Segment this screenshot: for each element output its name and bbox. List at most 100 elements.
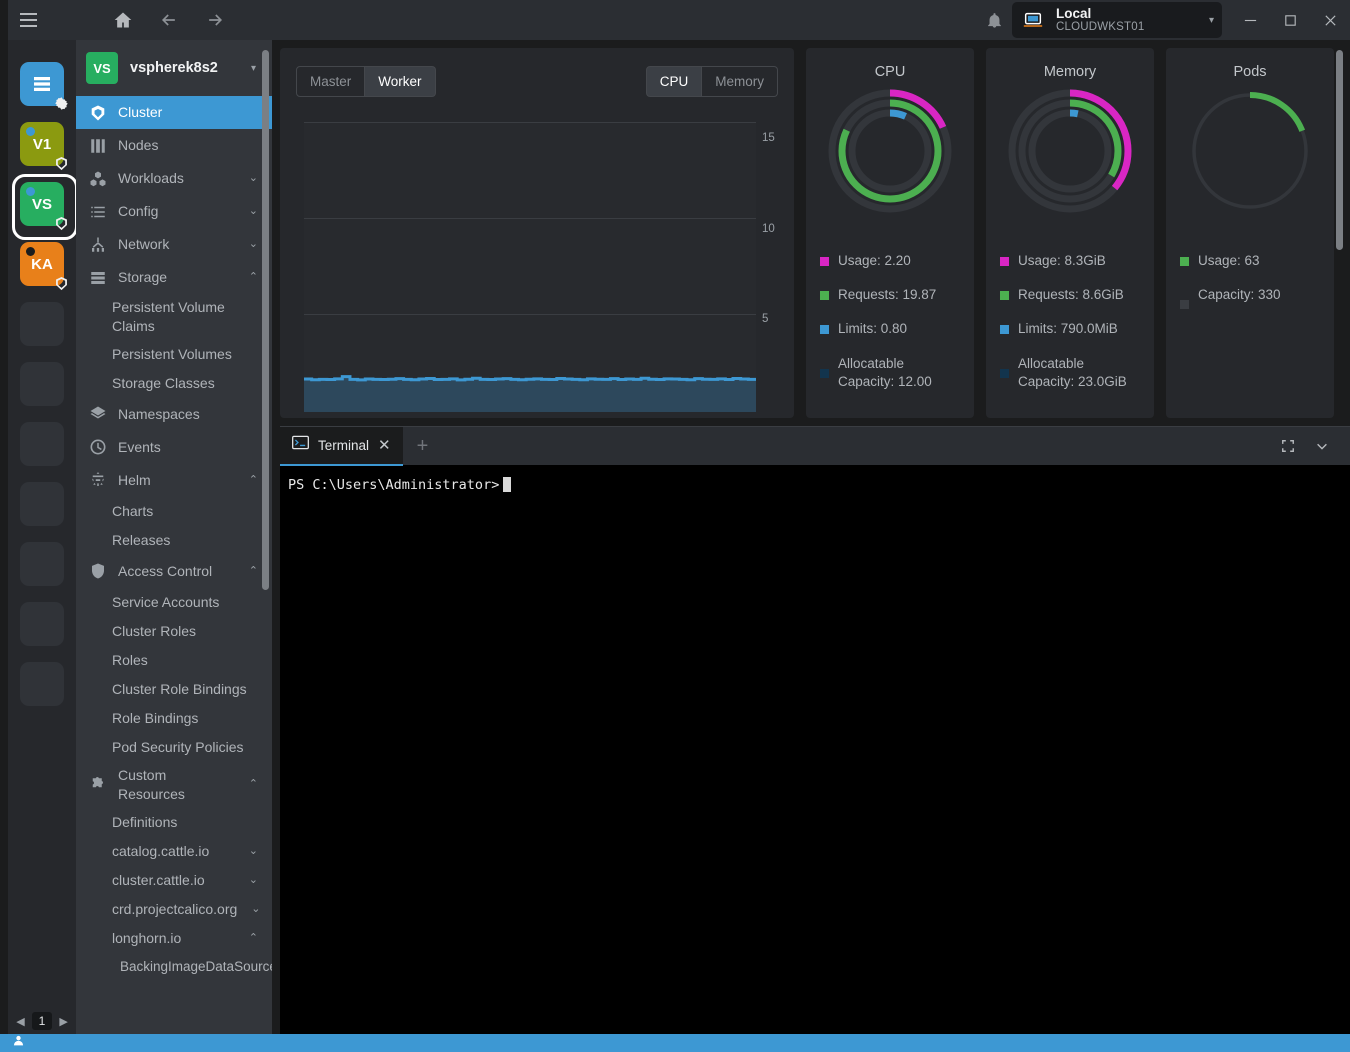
sidebar-item-namespaces[interactable]: Namespaces	[76, 398, 272, 431]
legend-label: Usage: 8.3GiB	[1018, 252, 1106, 270]
terminal-prompt: PS C:\Users\Administrator>	[288, 477, 499, 493]
metric-toggle-memory[interactable]: Memory	[702, 66, 778, 97]
sidebar-item-backingimagedatasource[interactable]: BackingImageDataSource	[76, 953, 272, 982]
sidebar-item-events[interactable]: Events	[76, 431, 272, 464]
status-dot	[26, 127, 35, 136]
sidebar-item-cluster[interactable]: Cluster	[76, 96, 272, 129]
chevron-down-icon[interactable]: ⌄	[249, 873, 258, 888]
rail-tile-wrapper: V1	[8, 114, 76, 174]
legend-item-capacity: Capacity: 330	[1180, 286, 1320, 309]
sidebar-item-nodes[interactable]: Nodes	[76, 129, 272, 162]
k8s-icon	[54, 216, 69, 231]
chevron-up-icon[interactable]: ⌃	[249, 564, 258, 579]
bell-icon[interactable]	[976, 0, 1012, 40]
sidebar-item-pod-security-policies[interactable]: Pod Security Policies	[76, 733, 272, 762]
chart-series-path	[304, 122, 756, 412]
dashboard-scrollbar-thumb[interactable]	[1336, 50, 1343, 250]
chevron-down-icon[interactable]: ⌄	[251, 902, 260, 917]
gauge-title: Memory	[986, 64, 1154, 80]
close-button[interactable]	[1310, 0, 1350, 40]
sidebar-item-label: Cluster	[118, 103, 258, 122]
close-icon[interactable]: ✕	[378, 438, 391, 453]
sidebar-item-helm[interactable]: Helm⌃	[76, 464, 272, 497]
sidebar-item-cluster-roles[interactable]: Cluster Roles	[76, 617, 272, 646]
pagination-page[interactable]: 1	[32, 1012, 53, 1030]
sidebar-item-persistent-volumes[interactable]: Persistent Volumes	[76, 340, 272, 369]
chevron-down-icon[interactable]: ⌄	[249, 204, 258, 219]
expand-icon[interactable]	[1274, 432, 1302, 460]
rail-tile-wrapper	[8, 294, 76, 354]
sidebar-item-storage-classes[interactable]: Storage Classes	[76, 369, 272, 398]
chevron-up-icon[interactable]: ⌃	[249, 931, 258, 946]
chevron-up-icon[interactable]: ⌃	[249, 473, 258, 488]
add-terminal-button[interactable]: +	[403, 436, 443, 456]
sidebar-item-longhorn-io[interactable]: longhorn.io⌃	[76, 924, 272, 953]
y-tick-label: 5	[762, 313, 768, 325]
sidebar-item-catalog-cattle-io[interactable]: catalog.cattle.io⌄	[76, 837, 272, 866]
sidebar-item-label: Network	[118, 235, 235, 254]
minimize-button[interactable]	[1230, 0, 1270, 40]
home-icon[interactable]	[108, 5, 138, 35]
chevron-down-icon[interactable]: ⌄	[249, 171, 258, 186]
pagination-prev[interactable]: ◀	[13, 1013, 27, 1030]
rail-tile-placeholder	[20, 482, 64, 526]
rail-tile-vs[interactable]: VS	[20, 182, 64, 226]
terminal-output[interactable]: PS C:\Users\Administrator>	[280, 465, 1350, 1052]
node-toggle-worker[interactable]: Worker	[365, 66, 435, 97]
user-icon[interactable]	[12, 1034, 25, 1052]
terminal-tab[interactable]: Terminal ✕	[280, 427, 403, 466]
sidebar-item-custom-resources[interactable]: Custom Resources ⌃	[76, 762, 272, 808]
chevron-down-icon[interactable]: ▾	[1191, 15, 1214, 26]
chevron-down-icon[interactable]: ⌄	[249, 844, 258, 859]
sidebar-item-workloads[interactable]: Workloads⌄	[76, 162, 272, 195]
node-toggle-master[interactable]: Master	[296, 66, 365, 97]
maximize-button[interactable]	[1270, 0, 1310, 40]
sidebar-item-crd-projectcalico-org[interactable]: crd.projectcalico.org⌄	[76, 895, 272, 924]
chevron-down-icon[interactable]: ▾	[251, 63, 262, 74]
cluster-selector[interactable]: VS vspherek8s2 ▾	[76, 40, 272, 96]
sidebar-item-cluster-role-bindings[interactable]: Cluster Role Bindings	[76, 675, 272, 704]
metric-toggle-cpu[interactable]: CPU	[646, 66, 703, 97]
legend-swatch	[820, 291, 829, 300]
sidebar-item-network[interactable]: Network ⌄	[76, 228, 272, 261]
arrow-right-icon[interactable]	[200, 5, 230, 35]
sidebar-item-cluster-cattle-io[interactable]: cluster.cattle.io⌄	[76, 866, 272, 895]
sidebar-item-access-control[interactable]: Access Control⌃	[76, 555, 272, 588]
sidebar-item-config[interactable]: Config ⌄	[76, 195, 272, 228]
chevron-up-icon[interactable]: ⌃	[249, 270, 258, 285]
sidebar-item-storage[interactable]: Storage⌃	[76, 261, 272, 294]
chevron-down-icon[interactable]	[1308, 432, 1336, 460]
status-bar	[0, 1034, 1350, 1052]
sidebar-item-label: Custom Resources	[118, 766, 235, 804]
legend-label: Allocatable Capacity: 23.0GiB	[1018, 355, 1140, 391]
context-name: Local	[1056, 6, 1144, 22]
chevron-up-icon[interactable]: ⌃	[249, 777, 258, 792]
rail-tile-ka[interactable]: KA	[20, 242, 64, 286]
main-content: MasterWorker CPUMemory 51015 CPUUsage: 2…	[272, 40, 1350, 1052]
context-host: CLOUDWKST01	[1056, 21, 1144, 34]
legend-item: Requests: 8.6GiB	[1000, 286, 1140, 304]
sidebar-item-service-accounts[interactable]: Service Accounts	[76, 588, 272, 617]
window-edge	[0, 0, 8, 40]
sidebar-item-releases[interactable]: Releases	[76, 526, 272, 555]
rail-tile-wrapper	[8, 474, 76, 534]
rail-tile-placeholder	[20, 602, 64, 646]
sidebar-item-label: Config	[118, 202, 235, 221]
sidebar-item-definitions[interactable]: Definitions	[76, 808, 272, 837]
rail-tile-v1[interactable]: V1	[20, 122, 64, 166]
gauge-title: CPU	[806, 64, 974, 80]
sidebar-item-roles[interactable]: Roles	[76, 646, 272, 675]
gauge-panel-pods: PodsUsage: 63Capacity: 330	[1166, 48, 1334, 418]
sidebar-item-charts[interactable]: Charts	[76, 497, 272, 526]
laptop-icon	[1020, 7, 1046, 33]
rail-tile-apps[interactable]	[20, 62, 64, 106]
hamburger-icon[interactable]	[8, 0, 48, 40]
sidebar-scrollbar[interactable]	[262, 50, 269, 590]
arrow-left-icon[interactable]	[154, 5, 184, 35]
sidebar-item-persistent-volume-claims[interactable]: Persistent Volume Claims	[76, 294, 272, 340]
sidebar-scrollbar-thumb[interactable]	[262, 50, 269, 590]
chevron-down-icon[interactable]: ⌄	[249, 237, 258, 252]
sidebar-item-role-bindings[interactable]: Role Bindings	[76, 704, 272, 733]
context-selector[interactable]: Local CLOUDWKST01 ▾	[1012, 2, 1222, 38]
pagination-next[interactable]: ▶	[56, 1013, 70, 1030]
